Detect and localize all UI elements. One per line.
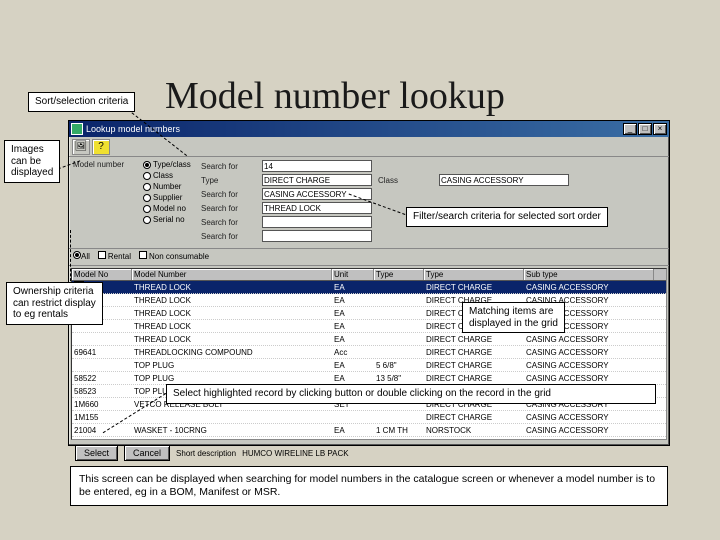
minimize-button[interactable]: _ (623, 123, 637, 135)
col-modelname[interactable]: Model Number (132, 269, 332, 280)
criteria-radio-group: Type/class Class Number Supplier Model n… (143, 160, 195, 242)
table-row[interactable]: 69641THREADLOCKING COMPOUNDAccDIRECT CHA… (72, 346, 666, 359)
callout-select: Select highlighted record by clicking bu… (166, 384, 656, 404)
callout-sort: Sort/selection criteria (28, 92, 135, 112)
app-icon (71, 123, 83, 135)
ownership-row: All Rental Non consumable (69, 249, 669, 266)
cancel-button[interactable]: Cancel (124, 445, 170, 461)
radio-modelno[interactable]: Model no (143, 204, 195, 213)
criteria-fields: Search for Type Class Search for Search … (201, 160, 665, 242)
grid-header: Model No Model Number Unit Type Type Sub… (72, 269, 666, 281)
table-row[interactable]: THREAD LOCKEADIRECT CHARGECASING ACCESSO… (72, 294, 666, 307)
type-input[interactable] (262, 174, 372, 186)
criteria-panel: Model number Type/class Class Number Sup… (69, 157, 669, 249)
radio-typeclass[interactable]: Type/class (143, 160, 195, 169)
table-row[interactable]: 91THREAD LOCKEADIRECT CHARGECASING ACCES… (72, 281, 666, 294)
image-icon[interactable]: 🖼 (72, 139, 90, 155)
summary-value: HUMCO WIRELINE LB PACK (242, 449, 349, 458)
maximize-button[interactable]: □ (638, 123, 652, 135)
table-row[interactable]: THREAD LOCKEADIRECT CHARGECASING ACCESSO… (72, 307, 666, 320)
search-input-2[interactable] (262, 188, 372, 200)
page-title: Model number lookup (165, 74, 505, 118)
table-row[interactable]: 1M155DIRECT CHARGECASING ACCESSORY (72, 411, 666, 424)
chk-nonconsumable[interactable]: Non consumable (139, 251, 209, 261)
callout-filter: Filter/search criteria for selected sort… (406, 207, 608, 227)
lbl-type: Type (201, 176, 256, 185)
window-title: Lookup model numbers (86, 124, 180, 134)
radio-class[interactable]: Class (143, 171, 195, 180)
lbl-class: Class (378, 176, 433, 185)
lbl-search4: Search for (201, 218, 256, 227)
callout-matching: Matching items are displayed in the grid (462, 302, 565, 333)
summary-label: Short description (176, 449, 236, 458)
table-row[interactable]: 21004WASKET - 10CRNGEA1 CM THNORSTOCKCAS… (72, 424, 666, 437)
footer-note: This screen can be displayed when search… (70, 466, 668, 506)
radio-supplier[interactable]: Supplier (143, 193, 195, 202)
lbl-search3: Search for (201, 204, 256, 213)
select-button[interactable]: Select (75, 445, 118, 461)
table-row[interactable]: THREAD LOCKEADIRECT CHARGECASING ACCESSO… (72, 333, 666, 346)
search-input-4[interactable] (262, 216, 372, 228)
toolbar: 🖼 ? (69, 137, 669, 157)
results-grid[interactable]: Model No Model Number Unit Type Type Sub… (71, 268, 667, 440)
radio-number[interactable]: Number (143, 182, 195, 191)
lbl-search1: Search for (201, 162, 256, 171)
table-row[interactable]: THREAD LOCKEADIRECT CHARGECASING ACCESSO… (72, 320, 666, 333)
table-row[interactable]: TOP PLUGEA5 6/8"DIRECT CHARGECASING ACCE… (72, 359, 666, 372)
lbl-search5: Search for (201, 232, 256, 241)
callout-images: Images can be displayed (4, 140, 60, 183)
col-size[interactable]: Type (374, 269, 424, 280)
radio-serialno[interactable]: Serial no (143, 215, 195, 224)
close-button[interactable]: × (653, 123, 667, 135)
lbl-search2: Search for (201, 190, 256, 199)
callout-ownership: Ownership criteria can restrict display … (6, 282, 103, 325)
summary-bar: Select Cancel Short description HUMCO WI… (69, 442, 669, 464)
search-input-1[interactable] (262, 160, 372, 172)
col-subtype[interactable]: Sub type (524, 269, 654, 280)
class-input[interactable] (439, 174, 569, 186)
search-input-3[interactable] (262, 202, 372, 214)
col-unit[interactable]: Unit (332, 269, 374, 280)
help-icon[interactable]: ? (92, 139, 110, 155)
col-type[interactable]: Type (424, 269, 524, 280)
search-input-5[interactable] (262, 230, 372, 242)
